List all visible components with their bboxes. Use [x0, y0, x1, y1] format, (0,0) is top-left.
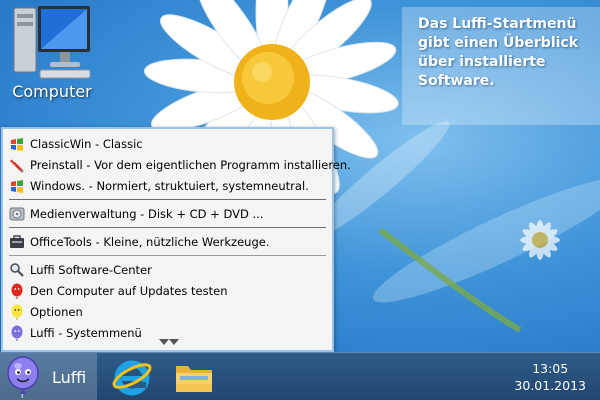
menu-separator [9, 199, 326, 200]
menu-item-label: Optionen [30, 304, 83, 319]
menu-item-medienverwaltung[interactable]: Medienverwaltung - Disk + CD + DVD ... [3, 203, 332, 224]
menu-item-label: Luffi - Systemmenü [30, 325, 142, 340]
callout-text: Das Luffi-Startmenü gibt einen Überblick… [418, 16, 579, 89]
computer-icon-label: Computer [12, 82, 92, 101]
menu-item-preinstall[interactable]: Preinstall - Vor dem eigentlichen Progra… [3, 154, 351, 175]
file-explorer-icon[interactable] [172, 356, 216, 398]
purple-balloon-icon [11, 325, 23, 340]
menu-item-label: Windows. - Normiert, struktuiert, system… [30, 178, 309, 193]
start-button-label: Luffi [52, 367, 87, 387]
clock-time: 13:05 [532, 361, 569, 376]
disc-icon [9, 207, 25, 220]
yellow-balloon-icon [11, 304, 23, 319]
system-clock[interactable]: 13:05 30.01.2013 [514, 360, 586, 394]
info-callout: Das Luffi-Startmenü gibt einen Überblick… [402, 7, 600, 125]
menu-separator [9, 255, 326, 256]
luffi-start-menu: ClassicWin - Classic Preinstall - Vor de… [1, 127, 351, 352]
internet-explorer-icon[interactable] [110, 356, 154, 398]
computer-desktop-icon[interactable]: Computer [4, 4, 100, 108]
menu-item-label: ClassicWin - Classic [30, 136, 143, 151]
taskbar: Luffi 13:05 30.01.2013 [0, 352, 600, 400]
chevron-down-icon[interactable] [157, 337, 181, 347]
menu-item-label: Medienverwaltung - Disk + CD + DVD ... [30, 206, 264, 221]
windows-flag-icon [11, 179, 23, 193]
red-balloon-icon [11, 283, 23, 298]
menu-item-classicwin[interactable]: ClassicWin - Classic [3, 133, 332, 154]
luffi-balloon-icon [7, 356, 39, 398]
menu-item-label: Luffi Software-Center [30, 262, 152, 277]
wrench-icon [10, 158, 24, 172]
menu-item-label: Den Computer auf Updates testen [30, 283, 228, 298]
menu-separator [9, 227, 326, 228]
clock-date: 30.01.2013 [514, 378, 586, 393]
menu-item-label: OfficeTools - Kleine, nützliche Werkzeug… [30, 234, 270, 249]
toolbox-icon [10, 234, 24, 248]
menu-item-optionen[interactable]: Optionen [3, 301, 332, 322]
magnifier-icon [10, 262, 24, 277]
menu-item-label: Preinstall - Vor dem eigentlichen Progra… [30, 157, 351, 172]
menu-item-software-center[interactable]: Luffi Software-Center [3, 259, 332, 280]
computer-icon [13, 6, 91, 79]
menu-item-updates[interactable]: Den Computer auf Updates testen [3, 280, 332, 301]
luffi-start-button[interactable]: Luffi [0, 353, 97, 400]
menu-item-windows[interactable]: Windows. - Normiert, struktuiert, system… [3, 175, 332, 196]
windows-flag-icon [11, 137, 23, 151]
menu-item-officetools[interactable]: OfficeTools - Kleine, nützliche Werkzeug… [3, 231, 332, 252]
